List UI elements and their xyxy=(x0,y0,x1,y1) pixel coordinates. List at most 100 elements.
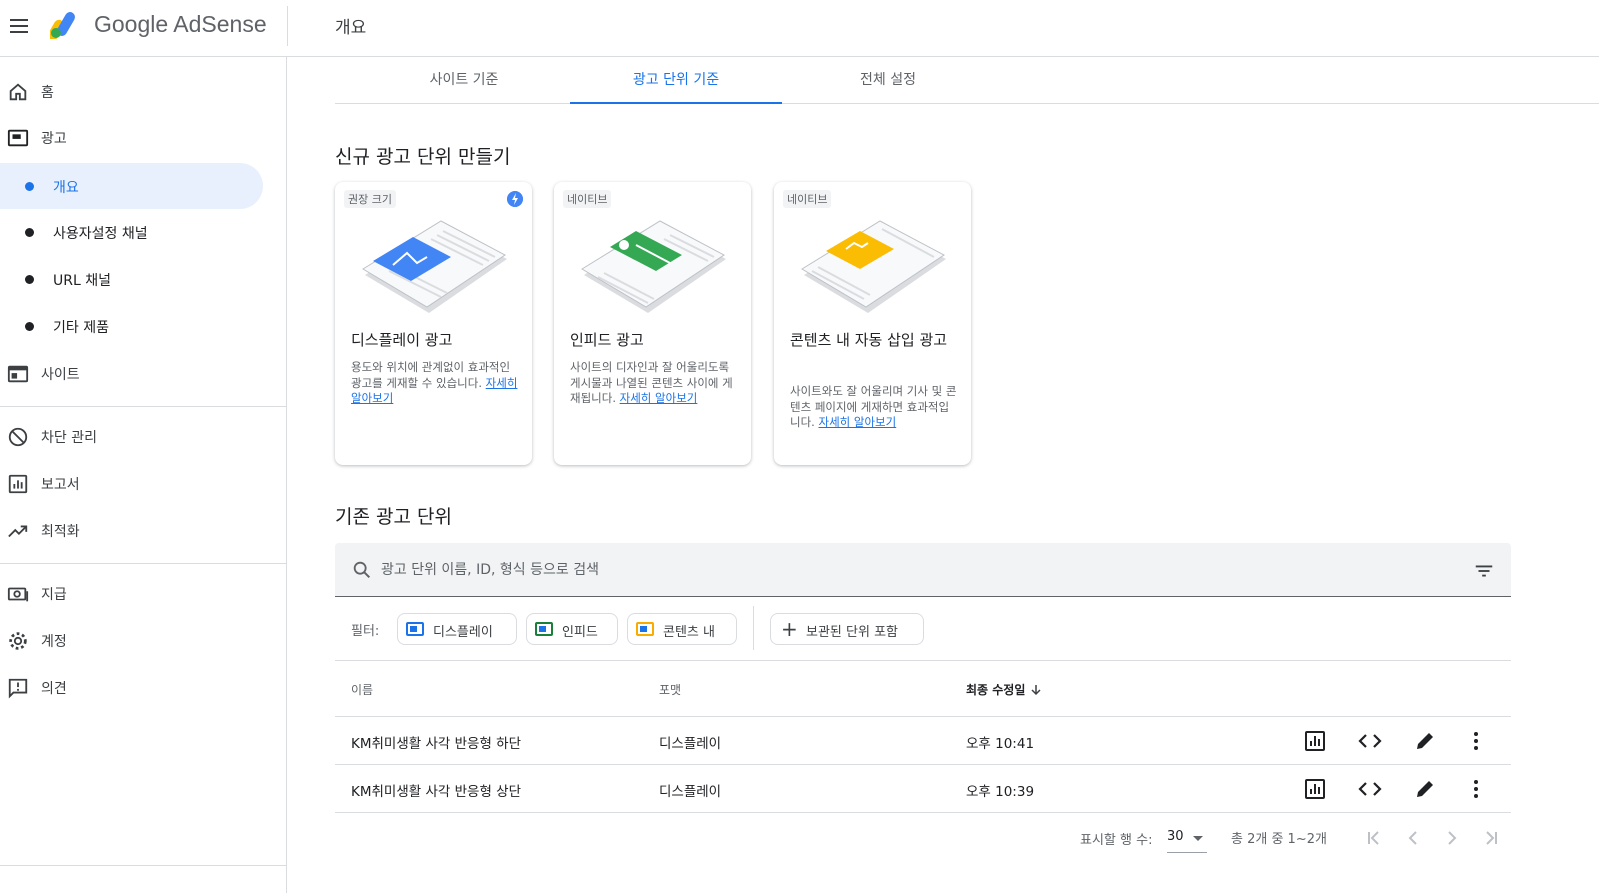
tab-by-ad-unit[interactable]: 광고 단위 기준 xyxy=(570,57,782,104)
home-icon xyxy=(9,83,27,101)
reports-icon xyxy=(8,474,28,494)
first-page-icon[interactable] xyxy=(1362,826,1386,850)
search-input[interactable] xyxy=(381,543,1431,596)
ad-unit-name: KM취미생활 사각 반응형 하단 xyxy=(351,736,521,752)
sidebar-subitem-other-products[interactable]: 기타 제품 xyxy=(0,303,263,349)
display-format-icon xyxy=(406,622,424,636)
tab-global-settings[interactable]: 전체 설정 xyxy=(782,57,994,104)
include-archived-chip[interactable]: + 보관된 단위 포함 xyxy=(770,613,924,645)
display-ad-card[interactable]: 권장 크기 디스플레이 광고 용도와 위치에 관계없이 효과적인 광고를 게재할… xyxy=(335,182,532,465)
sidebar-subitem-label: URL 채널 xyxy=(53,273,111,289)
in-article-ad-card[interactable]: 네이티브 콘텐츠 내 자동 삽입 광고 사이트와도 잘 어울리며 기사 및 콘텐… xyxy=(774,182,971,465)
column-header-format[interactable]: 포맷 xyxy=(659,681,681,698)
filter-chip-infeed[interactable]: 인피드 xyxy=(526,613,618,645)
card-title: 콘텐츠 내 자동 삽입 광고 xyxy=(790,331,948,349)
sidebar-item-label: 사이트 xyxy=(41,367,80,383)
sidebar-subitem-overview[interactable]: 개요 xyxy=(0,163,263,209)
adsense-logo[interactable] xyxy=(50,9,84,39)
next-page-icon[interactable] xyxy=(1440,826,1464,850)
create-section-title: 신규 광고 단위 만들기 xyxy=(335,146,511,168)
sidebar-subitem-custom-channels[interactable]: 사용자설정 채널 xyxy=(0,209,263,255)
more-vert-icon[interactable] xyxy=(1464,777,1488,801)
sidebar-item-label: 지급 xyxy=(41,587,67,603)
more-vert-icon[interactable] xyxy=(1464,729,1488,753)
column-header-label: 최종 수정일 xyxy=(966,683,1026,697)
sidebar-item-label: 최적화 xyxy=(41,524,80,540)
bullet-icon xyxy=(25,182,34,191)
top-bar: Google AdSense 개요 xyxy=(0,0,1599,57)
sidebar: 홈 광고 개요 사용자설정 채널 URL 채널 기타 제품 사이트 차단 관리 … xyxy=(0,57,287,893)
ad-unit-format: 디스플레이 xyxy=(659,784,722,800)
learn-more-link[interactable]: 자세히 알아보기 xyxy=(818,415,896,429)
filter-label: 필터: xyxy=(351,624,380,639)
sidebar-subitem-label: 기타 제품 xyxy=(53,320,109,336)
arrow-down-icon xyxy=(1031,685,1041,696)
filter-list-icon[interactable] xyxy=(1473,560,1495,582)
filter-separator xyxy=(753,606,754,650)
page-title: 개요 xyxy=(335,18,367,38)
sidebar-item-optimization[interactable]: 최적화 xyxy=(0,510,287,550)
sidebar-item-home[interactable]: 홈 xyxy=(0,71,287,111)
bolt-icon xyxy=(507,191,523,207)
report-icon[interactable] xyxy=(1303,729,1327,753)
code-icon[interactable] xyxy=(1358,777,1382,801)
sidebar-item-reports[interactable]: 보고서 xyxy=(0,463,287,503)
sidebar-item-label: 홈 xyxy=(41,85,54,101)
dropdown-arrow-icon xyxy=(1193,836,1203,841)
sidebar-item-sites[interactable]: 사이트 xyxy=(0,353,287,393)
feedback-icon xyxy=(8,678,28,699)
ad-unit-name: KM취미생활 사각 반응형 상단 xyxy=(351,784,521,800)
sidebar-subitem-label: 개요 xyxy=(53,180,79,196)
existing-section-title: 기존 광고 단위 xyxy=(335,506,452,528)
card-description: 사이트의 디자인과 잘 어울리도록 게시물과 나열된 콘텐츠 사이에 게재됩니다… xyxy=(570,360,738,407)
brand-name: Google AdSense xyxy=(94,11,267,37)
bullet-icon xyxy=(25,228,34,237)
filter-row: 필터: 디스플레이 인피드 콘텐츠 내 + 보관된 단위 포함 xyxy=(335,598,1511,661)
sidebar-item-ads[interactable]: 광고 xyxy=(0,117,287,157)
plus-icon: + xyxy=(781,617,798,641)
column-header-name[interactable]: 이름 xyxy=(351,681,373,698)
edit-icon[interactable] xyxy=(1413,729,1437,753)
sidebar-item-label: 의견 xyxy=(41,681,67,697)
sidebar-item-label: 계정 xyxy=(41,634,67,650)
card-title: 디스플레이 광고 xyxy=(351,331,453,349)
card-tag: 네이티브 xyxy=(783,190,832,208)
bullet-icon xyxy=(25,322,34,331)
chip-label: 인피드 xyxy=(562,625,598,640)
card-description: 사이트와도 잘 어울리며 기사 및 콘텐츠 페이지에 게재하면 효과적입니다. … xyxy=(790,384,958,431)
sidebar-divider xyxy=(0,865,287,866)
rows-per-page-value: 30 xyxy=(1167,829,1184,844)
sidebar-item-feedback[interactable]: 의견 xyxy=(0,667,287,707)
view-tabs: 사이트 기준 광고 단위 기준 전체 설정 xyxy=(335,57,1599,104)
code-icon[interactable] xyxy=(1358,729,1382,753)
sidebar-subitem-label: 사용자설정 채널 xyxy=(53,226,148,242)
infeed-ad-card[interactable]: 네이티브 인피드 광고 사이트의 디자인과 잘 어울리도록 게시물과 나열된 콘… xyxy=(554,182,751,465)
filter-chip-display[interactable]: 디스플레이 xyxy=(397,613,517,645)
table-header: 이름 포맷 최종 수정일 xyxy=(335,661,1511,717)
chip-label: 콘텐츠 내 xyxy=(663,625,715,640)
page-range-text: 총 2개 중 1~2개 xyxy=(1231,832,1327,847)
last-page-icon[interactable] xyxy=(1479,826,1503,850)
in-article-format-icon xyxy=(636,622,654,636)
tab-by-site[interactable]: 사이트 기준 xyxy=(358,57,570,104)
rows-per-page-select[interactable]: 30 xyxy=(1167,823,1207,853)
sidebar-item-account[interactable]: 계정 xyxy=(0,620,287,660)
ads-icon xyxy=(7,129,29,147)
learn-more-link[interactable]: 자세히 알아보기 xyxy=(620,391,698,405)
sidebar-item-payments[interactable]: 지급 xyxy=(0,573,287,613)
menu-icon[interactable] xyxy=(8,14,32,38)
sidebar-subitem-url-channels[interactable]: URL 채널 xyxy=(0,256,263,302)
filter-chip-in-article[interactable]: 콘텐츠 내 xyxy=(627,613,737,645)
infeed-format-icon xyxy=(535,622,553,636)
edit-icon[interactable] xyxy=(1413,777,1437,801)
sidebar-item-label: 광고 xyxy=(41,131,67,147)
column-header-last-modified[interactable]: 최종 수정일 xyxy=(966,681,1042,698)
payments-icon xyxy=(7,587,29,602)
table-row: KM취미생활 사각 반응형 상단 디스플레이 오후 10:39 xyxy=(335,765,1511,813)
chip-label: 보관된 단위 포함 xyxy=(806,625,898,640)
sidebar-divider xyxy=(0,406,287,407)
sidebar-item-blocking-controls[interactable]: 차단 관리 xyxy=(0,416,287,456)
ad-unit-modified: 오후 10:41 xyxy=(966,736,1035,752)
report-icon[interactable] xyxy=(1303,777,1327,801)
previous-page-icon[interactable] xyxy=(1401,826,1425,850)
